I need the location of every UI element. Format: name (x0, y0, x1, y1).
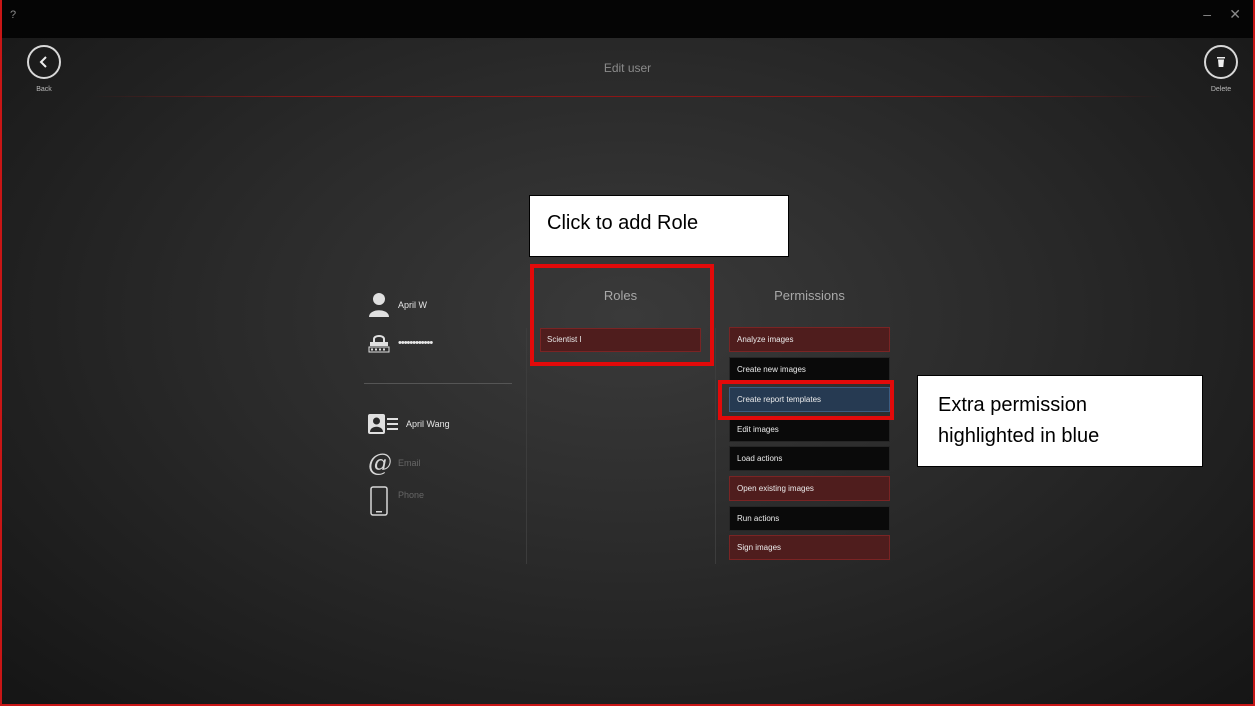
phone-field: Phone (398, 490, 425, 500)
fullname-value: April Wang (406, 419, 450, 429)
phone-row[interactable]: Phone (370, 486, 424, 516)
permission-highlight-box (718, 380, 894, 420)
title-divider (92, 96, 1163, 97)
delete-label: Delete (1210, 86, 1232, 93)
permission-item[interactable]: Open existing images (729, 476, 890, 501)
contact-card-icon (368, 414, 398, 434)
user-icon (369, 293, 389, 317)
close-button[interactable]: ✕ (1229, 6, 1241, 23)
username-value: April W (398, 300, 427, 310)
callout-line-1: Extra permission (938, 394, 1087, 416)
column-divider-left (526, 328, 527, 564)
email-row[interactable]: @ Email (368, 449, 421, 477)
extra-permission-callout: Extra permission highlighted in blue (917, 375, 1203, 467)
permission-item[interactable]: Load actions (729, 446, 890, 471)
password-value: •••••••••••• (398, 337, 433, 349)
permission-item[interactable]: Run actions (729, 506, 890, 531)
minimize-button[interactable]: – (1203, 6, 1211, 22)
permission-item[interactable]: Sign images (729, 535, 890, 560)
profile-divider (364, 383, 512, 384)
at-sign-icon: @ (368, 449, 392, 477)
username-row[interactable]: April W (368, 292, 427, 318)
column-divider-right (715, 328, 716, 564)
fullname-row[interactable]: April Wang (368, 414, 450, 434)
email-field: Email (398, 458, 421, 468)
permission-item[interactable]: Analyze images (729, 327, 890, 352)
add-role-callout: Click to add Role (529, 195, 789, 257)
permissions-heading: Permissions (774, 288, 845, 303)
page-title: Edit user (603, 61, 652, 75)
back-label: Back (36, 86, 52, 93)
lock-keypad-icon (368, 335, 390, 353)
permission-item[interactable]: Edit images (729, 417, 890, 442)
title-bar: ? – ✕ (2, 0, 1253, 38)
password-row[interactable]: •••••••••••• (368, 333, 433, 353)
phone-icon (370, 486, 388, 516)
app-window: ? – ✕ Back Delete Edit user April W ••••… (0, 0, 1255, 706)
permission-item[interactable]: Create new images (729, 357, 890, 382)
roles-highlight-box (530, 264, 714, 366)
callout-line-2: highlighted in blue (938, 425, 1100, 447)
help-icon[interactable]: ? (10, 9, 16, 21)
